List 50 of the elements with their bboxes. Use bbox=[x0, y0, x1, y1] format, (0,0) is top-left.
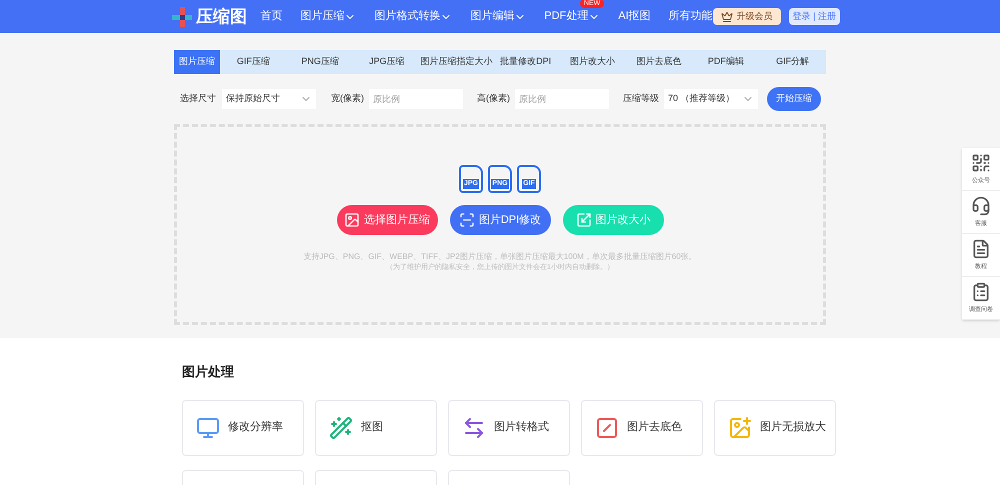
nav-link[interactable]: 图片格式转换 bbox=[374, 8, 452, 25]
upload-action-button[interactable]: 选择图片压缩 bbox=[336, 205, 438, 235]
logo-text: 压缩图 bbox=[196, 6, 247, 28]
level-select[interactable]: 70 （推荐等级） bbox=[664, 89, 758, 109]
height-input[interactable]: 原比例 bbox=[515, 89, 609, 109]
tab[interactable]: 图片压缩指定大小 bbox=[420, 50, 492, 74]
nav-link[interactable]: 首页 bbox=[260, 8, 282, 25]
support-note: 支持JPG、PNG、GIF、WEBP、TIFF、JP2图片压缩，单张图片压缩最大100M，单次最多批量压缩图片60张。 bbox=[303, 251, 697, 263]
clipboard-icon bbox=[971, 282, 991, 302]
upload-action-button[interactable]: 图片DPI修改 bbox=[450, 205, 550, 235]
crown-icon bbox=[720, 10, 733, 22]
nav-link[interactable]: AI抠图 bbox=[618, 8, 651, 25]
tab[interactable]: 图片压缩 bbox=[174, 50, 220, 74]
tab[interactable]: 批量修改DPI bbox=[492, 50, 559, 74]
image-plus-icon bbox=[728, 416, 752, 440]
nav-link[interactable]: 图片压缩 bbox=[300, 8, 356, 25]
image-icon bbox=[344, 212, 360, 228]
width-label: 宽(像素) bbox=[331, 92, 364, 106]
height-label: 高(像素) bbox=[477, 92, 510, 106]
width-input[interactable]: 原比例 bbox=[369, 89, 463, 109]
tab[interactable]: PDF编辑 bbox=[692, 50, 760, 74]
tab[interactable]: 图片改大小 bbox=[559, 50, 626, 74]
tab[interactable]: GIF压缩 bbox=[220, 50, 287, 74]
tool-card[interactable]: 图片无损放大 bbox=[714, 400, 836, 456]
qr-code-icon bbox=[971, 152, 991, 172]
resize-icon bbox=[576, 212, 592, 228]
nav-link[interactable]: 所有功能 bbox=[668, 8, 713, 25]
tab[interactable]: GIF分解 bbox=[759, 50, 826, 74]
tab[interactable]: 图片去底色 bbox=[626, 50, 692, 74]
size-select[interactable]: 保持原始尺寸 bbox=[222, 89, 316, 109]
tool-card[interactable]: 图片去底色 bbox=[581, 400, 703, 456]
logo-icon bbox=[172, 6, 192, 26]
file-convert-icon bbox=[462, 416, 486, 440]
square-slash-icon bbox=[595, 416, 619, 440]
headset-icon bbox=[971, 196, 991, 216]
level-label: 压缩等级 bbox=[623, 92, 659, 106]
magic-wand-icon bbox=[329, 416, 353, 440]
document-icon bbox=[971, 238, 991, 258]
login-button[interactable]: 登录 | 注册 bbox=[788, 8, 840, 25]
start-button[interactable]: 开始压缩 bbox=[767, 87, 821, 111]
nav-link[interactable]: 图片编辑 bbox=[470, 8, 526, 25]
tool-card[interactable]: 抠图 bbox=[315, 400, 437, 456]
upgrade-vip-button[interactable]: 升级会员 bbox=[712, 8, 781, 25]
tab[interactable]: PNG压缩 bbox=[286, 50, 354, 74]
tool-card[interactable]: 图片转格式 bbox=[448, 400, 570, 456]
tool-card[interactable]: 修改分辨率 bbox=[182, 400, 304, 456]
nav-link[interactable]: PDF处理 bbox=[544, 8, 600, 25]
tab[interactable]: JPG压缩 bbox=[354, 50, 420, 74]
section-title: 图片处理 bbox=[182, 363, 235, 381]
size-label: 选择尺寸 bbox=[180, 92, 216, 106]
